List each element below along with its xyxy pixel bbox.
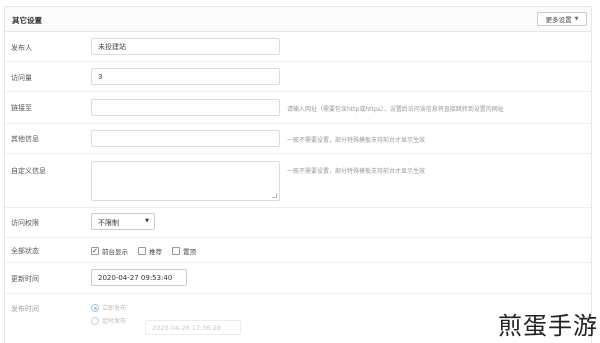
custom-info-label: 自定义信息: [11, 167, 46, 175]
update-time-input[interactable]: 2020-04-27 09:53:40: [91, 269, 187, 286]
radio-publish-now[interactable]: 立即发布: [91, 303, 126, 312]
checkbox-recommend[interactable]: 推荐: [138, 246, 162, 256]
recommend-label: 推荐: [149, 248, 162, 256]
status-checkbox-group: ✓ 前台显示 推荐 置顶: [91, 246, 196, 256]
custom-info-textarea[interactable]: [91, 161, 280, 201]
status-label: 全部状态: [11, 247, 39, 255]
row-update-time: 更新时间 2020-04-27 09:53:40: [5, 263, 591, 294]
panel-header: 其它设置 更多设置 ▼: [5, 7, 591, 32]
dropdown-arrow-icon: ▼: [145, 218, 149, 224]
pin-top-label: 置顶: [183, 248, 196, 256]
radio-selected-icon[interactable]: [91, 303, 99, 312]
views-label: 访问量: [11, 74, 32, 82]
custom-info-hint: 一般不需要设置，部分特殊模板支持前台才显示生效: [287, 168, 426, 175]
row-other-info: 其他信息 一般不需要设置，部分特殊模板支持前台才显示生效: [5, 124, 591, 154]
row-status: 全部状态 ✓ 前台显示 推荐 置顶: [5, 238, 591, 263]
row-access: 访问权限 不限制 ▼: [5, 208, 591, 238]
publisher-input[interactable]: 未投建站: [91, 38, 280, 55]
other-info-hint: 一般不需要设置，部分特殊模板支持前台才显示生效: [287, 137, 426, 144]
publish-now-label: 立即发布: [102, 305, 127, 312]
checkbox-pin-top[interactable]: 置顶: [172, 246, 196, 256]
frontend-display-label: 前台显示: [102, 248, 128, 256]
resize-grip-icon[interactable]: [272, 193, 277, 198]
checkbox-checked-icon[interactable]: ✓: [91, 247, 99, 255]
checkbox-unchecked-icon[interactable]: [138, 247, 146, 255]
row-custom-info: 自定义信息 一般不需要设置，部分特殊模板支持前台才显示生效: [5, 154, 591, 208]
other-info-label: 其他信息: [11, 135, 39, 143]
watermark-text: 煎蛋手游: [498, 312, 598, 340]
checkbox-unchecked-icon[interactable]: [172, 247, 180, 255]
scheduled-time-input[interactable]: 2020-04-26 17:36:28: [145, 320, 241, 335]
other-info-input[interactable]: [91, 130, 280, 147]
more-settings-button[interactable]: 更多设置 ▼: [537, 12, 587, 26]
publish-scheduled-label: 定时发布: [102, 318, 127, 325]
access-selected-value: 不限制: [98, 219, 119, 227]
checkbox-frontend-display[interactable]: ✓ 前台显示: [91, 246, 128, 256]
access-label: 访问权限: [11, 219, 39, 227]
other-settings-panel: 其它设置 更多设置 ▼ 发布人 未投建站 访问量 3 链接至 请输入网址（需要包…: [4, 6, 592, 343]
row-publisher: 发布人 未投建站: [5, 32, 591, 62]
chevron-down-icon: ▼: [574, 16, 579, 22]
row-link: 链接至 请输入网址（需要包含http或https），设置后访问该信息将直接跳转到…: [5, 92, 591, 124]
views-input[interactable]: 3: [91, 68, 280, 85]
publish-time-label: 发布时间: [11, 305, 39, 313]
publisher-label: 发布人: [11, 44, 32, 52]
radio-unselected-icon[interactable]: [91, 316, 99, 325]
radio-publish-scheduled[interactable]: 定时发布: [91, 316, 126, 325]
link-input[interactable]: [91, 99, 280, 116]
link-label: 链接至: [11, 104, 32, 112]
update-time-label: 更新时间: [11, 275, 39, 283]
panel-title: 其它设置: [12, 16, 42, 25]
row-views: 访问量 3: [5, 62, 591, 92]
link-hint: 请输入网址（需要包含http或https），设置后访问该信息将直接跳转到设置的网…: [287, 106, 504, 113]
access-select[interactable]: 不限制 ▼: [91, 213, 155, 230]
more-settings-label: 更多设置: [545, 16, 572, 24]
